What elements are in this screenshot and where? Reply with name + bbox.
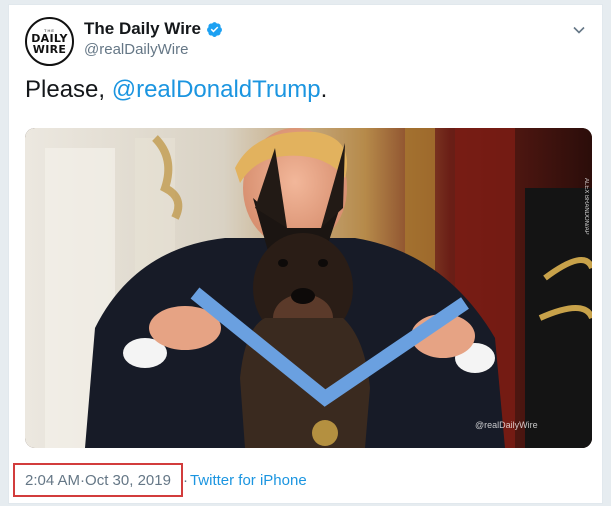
tweet-time[interactable]: 2:04 AM [25,472,80,489]
tweet-card: THE DAILY WIRE The Daily Wire @realDaily… [8,4,603,504]
meta-separator: · [182,471,188,489]
tweet-media-image[interactable]: @realDailyWire ALEX BRANDON/AP [25,128,592,448]
tweet-text: Please, @realDonaldTrump. [25,75,327,105]
avatar-line2: WIRE [32,43,67,56]
tweet-meta: 2:04 AM · Oct 30, 2019 · Twitter for iPh… [13,462,307,498]
handle[interactable]: @realDailyWire [84,41,223,58]
chevron-down-icon[interactable] [572,23,586,37]
image-watermark: @realDailyWire [475,420,538,430]
tweet-text-suffix: . [320,76,328,103]
tweet-text-prefix: Please, [25,76,112,103]
avatar[interactable]: THE DAILY WIRE [25,17,74,66]
author-block[interactable]: The Daily Wire @realDailyWire [84,19,223,58]
tweet-date[interactable]: Oct 30, 2019 [85,472,171,489]
mention-link[interactable]: @realDonaldTrump [112,76,321,103]
image-side-credit: ALEX BRANDON/AP [583,178,589,235]
tweet-source-link[interactable]: Twitter for iPhone [190,472,307,489]
display-name[interactable]: The Daily Wire [84,19,201,39]
timestamp-highlight[interactable]: 2:04 AM · Oct 30, 2019 [13,463,183,497]
verified-badge-icon [206,21,223,38]
